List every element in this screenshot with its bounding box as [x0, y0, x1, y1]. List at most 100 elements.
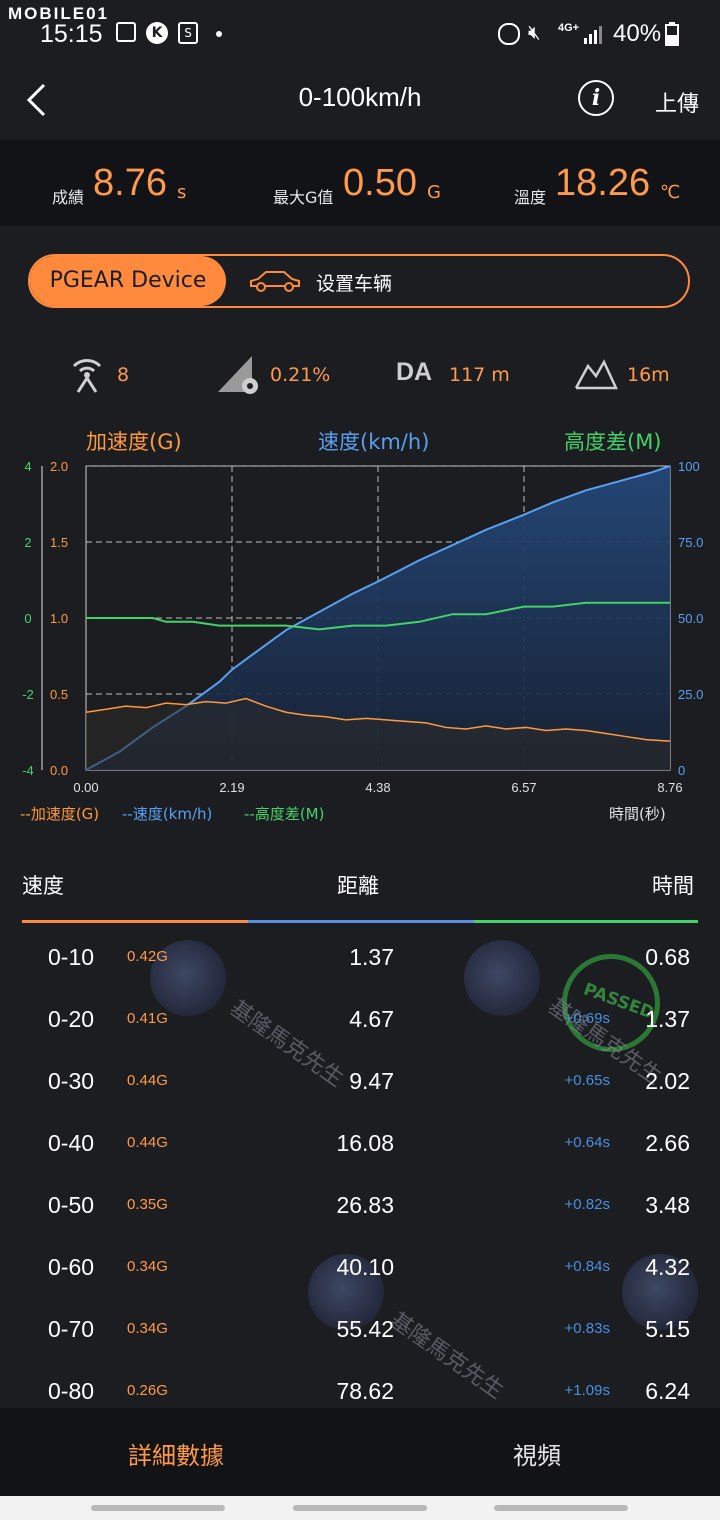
- device-selector: PGEAR Device 设置车辆: [28, 254, 690, 308]
- gallery-icon: [116, 22, 136, 42]
- time-cell: 2.02: [645, 1068, 690, 1094]
- temperature-value: 18.26: [555, 162, 651, 204]
- distance-cell: 9.47: [349, 1068, 394, 1094]
- table-row: 0-10 0.42G 1.37 0.68: [0, 932, 720, 994]
- back-button[interactable]: [494, 1505, 628, 1511]
- x-tick-label: 2.19: [219, 780, 244, 795]
- header-speed: 速度: [22, 874, 64, 898]
- temperature-label: 溫度: [514, 188, 547, 207]
- header-distance: 距離: [337, 874, 379, 898]
- header-time: 時間: [652, 874, 694, 898]
- home-button[interactable]: [293, 1505, 427, 1511]
- time-delta-cell: +0.64s: [564, 1134, 610, 1151]
- max-g-value: 0.50: [343, 162, 417, 204]
- g-value-cell: 0.44G: [127, 1134, 168, 1151]
- time-delta-cell: +0.69s: [564, 1010, 610, 1027]
- g-value-cell: 0.41G: [127, 1010, 168, 1027]
- alt-tick-label: 2: [24, 535, 31, 550]
- accel-tick-label: 0.5: [50, 687, 68, 702]
- g-value-cell: 0.34G: [127, 1258, 168, 1275]
- x-tick-label: 0.00: [73, 780, 98, 795]
- notification-dot-icon: [216, 31, 222, 37]
- shopping-bag-icon: S: [178, 22, 198, 44]
- time-cell: 5.15: [645, 1316, 690, 1342]
- time-cell: 3.48: [645, 1192, 690, 1218]
- time-cell: 1.37: [645, 1006, 690, 1032]
- pgear-device-button[interactable]: PGEAR Device: [30, 256, 226, 306]
- speed-range-cell: 0-70: [48, 1316, 95, 1342]
- header-divider-orange: [22, 920, 248, 923]
- tab-details[interactable]: 詳細數據: [128, 1436, 224, 1471]
- table-row: 0-20 0.41G 4.67 +0.69s 1.37: [0, 994, 720, 1056]
- x-tick-label: 4.38: [365, 780, 390, 795]
- alt-tick-label: 0: [24, 611, 31, 626]
- system-navigation-bar: [0, 1496, 720, 1520]
- satellite-count: 8: [117, 364, 130, 386]
- battery-icon: [665, 22, 679, 46]
- distance-cell: 16.08: [336, 1130, 394, 1156]
- table-row: 0-60 0.34G 40.10 +0.84s 4.32: [0, 1242, 720, 1304]
- k-app-icon: K: [146, 22, 168, 44]
- x-tick-label: 8.76: [657, 780, 682, 795]
- legend-alt: --高度差(M): [244, 805, 325, 823]
- signal-icon: [584, 26, 602, 44]
- upload-button[interactable]: 上傳: [655, 86, 699, 118]
- split-times-table: 速度 距離 時間 PASSED 基隆馬克先生 基隆馬克先生 基隆馬克先生 0-1…: [0, 836, 720, 1408]
- distance-cell: 40.10: [336, 1254, 394, 1280]
- alt-tick-label: 4: [24, 459, 31, 474]
- distance-cell: 1.37: [349, 944, 394, 970]
- x-tick-label: 6.57: [511, 780, 536, 795]
- g-value-cell: 0.42G: [127, 948, 168, 965]
- g-value-cell: 0.34G: [127, 1320, 168, 1337]
- speed-tick-label: 0: [678, 763, 685, 778]
- speed-tick-label: 50.0: [678, 611, 703, 626]
- speed-range-cell: 0-20: [48, 1006, 95, 1032]
- time-cell: 0.68: [645, 944, 690, 970]
- speed-range-cell: 0-30: [48, 1068, 95, 1094]
- recent-apps-button[interactable]: [91, 1505, 225, 1511]
- header-divider-green: [474, 920, 698, 923]
- speed-tick-label: 25.0: [678, 687, 703, 702]
- alt-tick-label: -2: [22, 687, 34, 702]
- slope-icon: [218, 356, 258, 394]
- speed-range-cell: 0-80: [48, 1378, 95, 1404]
- accel-tick-label: 2.0: [50, 459, 68, 474]
- legend-speed: --速度(km/h): [122, 805, 213, 823]
- x-axis-title: 時間(秒): [609, 805, 666, 823]
- time-delta-cell: +0.65s: [564, 1072, 610, 1089]
- set-vehicle-button[interactable]: 设置车辆: [316, 269, 392, 296]
- info-icon[interactable]: i: [578, 80, 614, 116]
- time-delta-cell: +0.83s: [564, 1320, 610, 1337]
- table-row: 0-70 0.34G 55.42 +0.83s 5.15: [0, 1304, 720, 1366]
- table-row: 0-50 0.35G 26.83 +0.82s 3.48: [0, 1180, 720, 1242]
- distance-cell: 26.83: [336, 1192, 394, 1218]
- legend-accel: --加速度(G): [20, 805, 100, 823]
- acceleration-chart: 0.00 2.19 4.38 6.57 8.76420-2-42.01.51.00.50…: [22, 459, 703, 795]
- satellite-icon: [72, 359, 102, 393]
- time-cell: 4.32: [645, 1254, 690, 1280]
- status-time: 15:15: [40, 20, 103, 48]
- car-icon: [250, 271, 300, 292]
- accel-tick-label: 1.0: [50, 611, 68, 626]
- time-cell: 2.66: [645, 1130, 690, 1156]
- speed-range-cell: 0-60: [48, 1254, 95, 1280]
- nav-bar: 0-100km/h i 上傳: [0, 62, 720, 140]
- speed-tick-label: 100: [678, 459, 700, 474]
- status-bar: MOBILE01 15:15 K S 🔇︎ 4G+ 40%: [0, 0, 720, 62]
- accel-tick-label: 0.0: [50, 763, 68, 778]
- max-g-unit: G: [427, 182, 441, 203]
- speed-range-cell: 0-40: [48, 1130, 95, 1156]
- table-row: 0-80 0.26G 78.62 +1.09s 6.24: [0, 1366, 720, 1408]
- summary-stats: 成績 8.76 s 最大G值 0.50 G 溫度 18.26 ℃: [0, 140, 720, 226]
- header-divider-blue: [248, 920, 474, 923]
- speed-tick-label: 75.0: [678, 535, 703, 550]
- time-cell: 6.24: [645, 1378, 690, 1404]
- temperature-unit: ℃: [660, 182, 681, 203]
- score-label: 成績: [52, 188, 85, 207]
- time-delta-cell: +1.09s: [564, 1382, 610, 1399]
- time-delta-cell: +0.82s: [564, 1196, 610, 1213]
- tab-video[interactable]: 視頻: [513, 1436, 561, 1471]
- time-delta-cell: +0.84s: [564, 1258, 610, 1275]
- max-g-label: 最大G值: [273, 188, 334, 207]
- mute-icon: 🔇︎: [528, 20, 541, 44]
